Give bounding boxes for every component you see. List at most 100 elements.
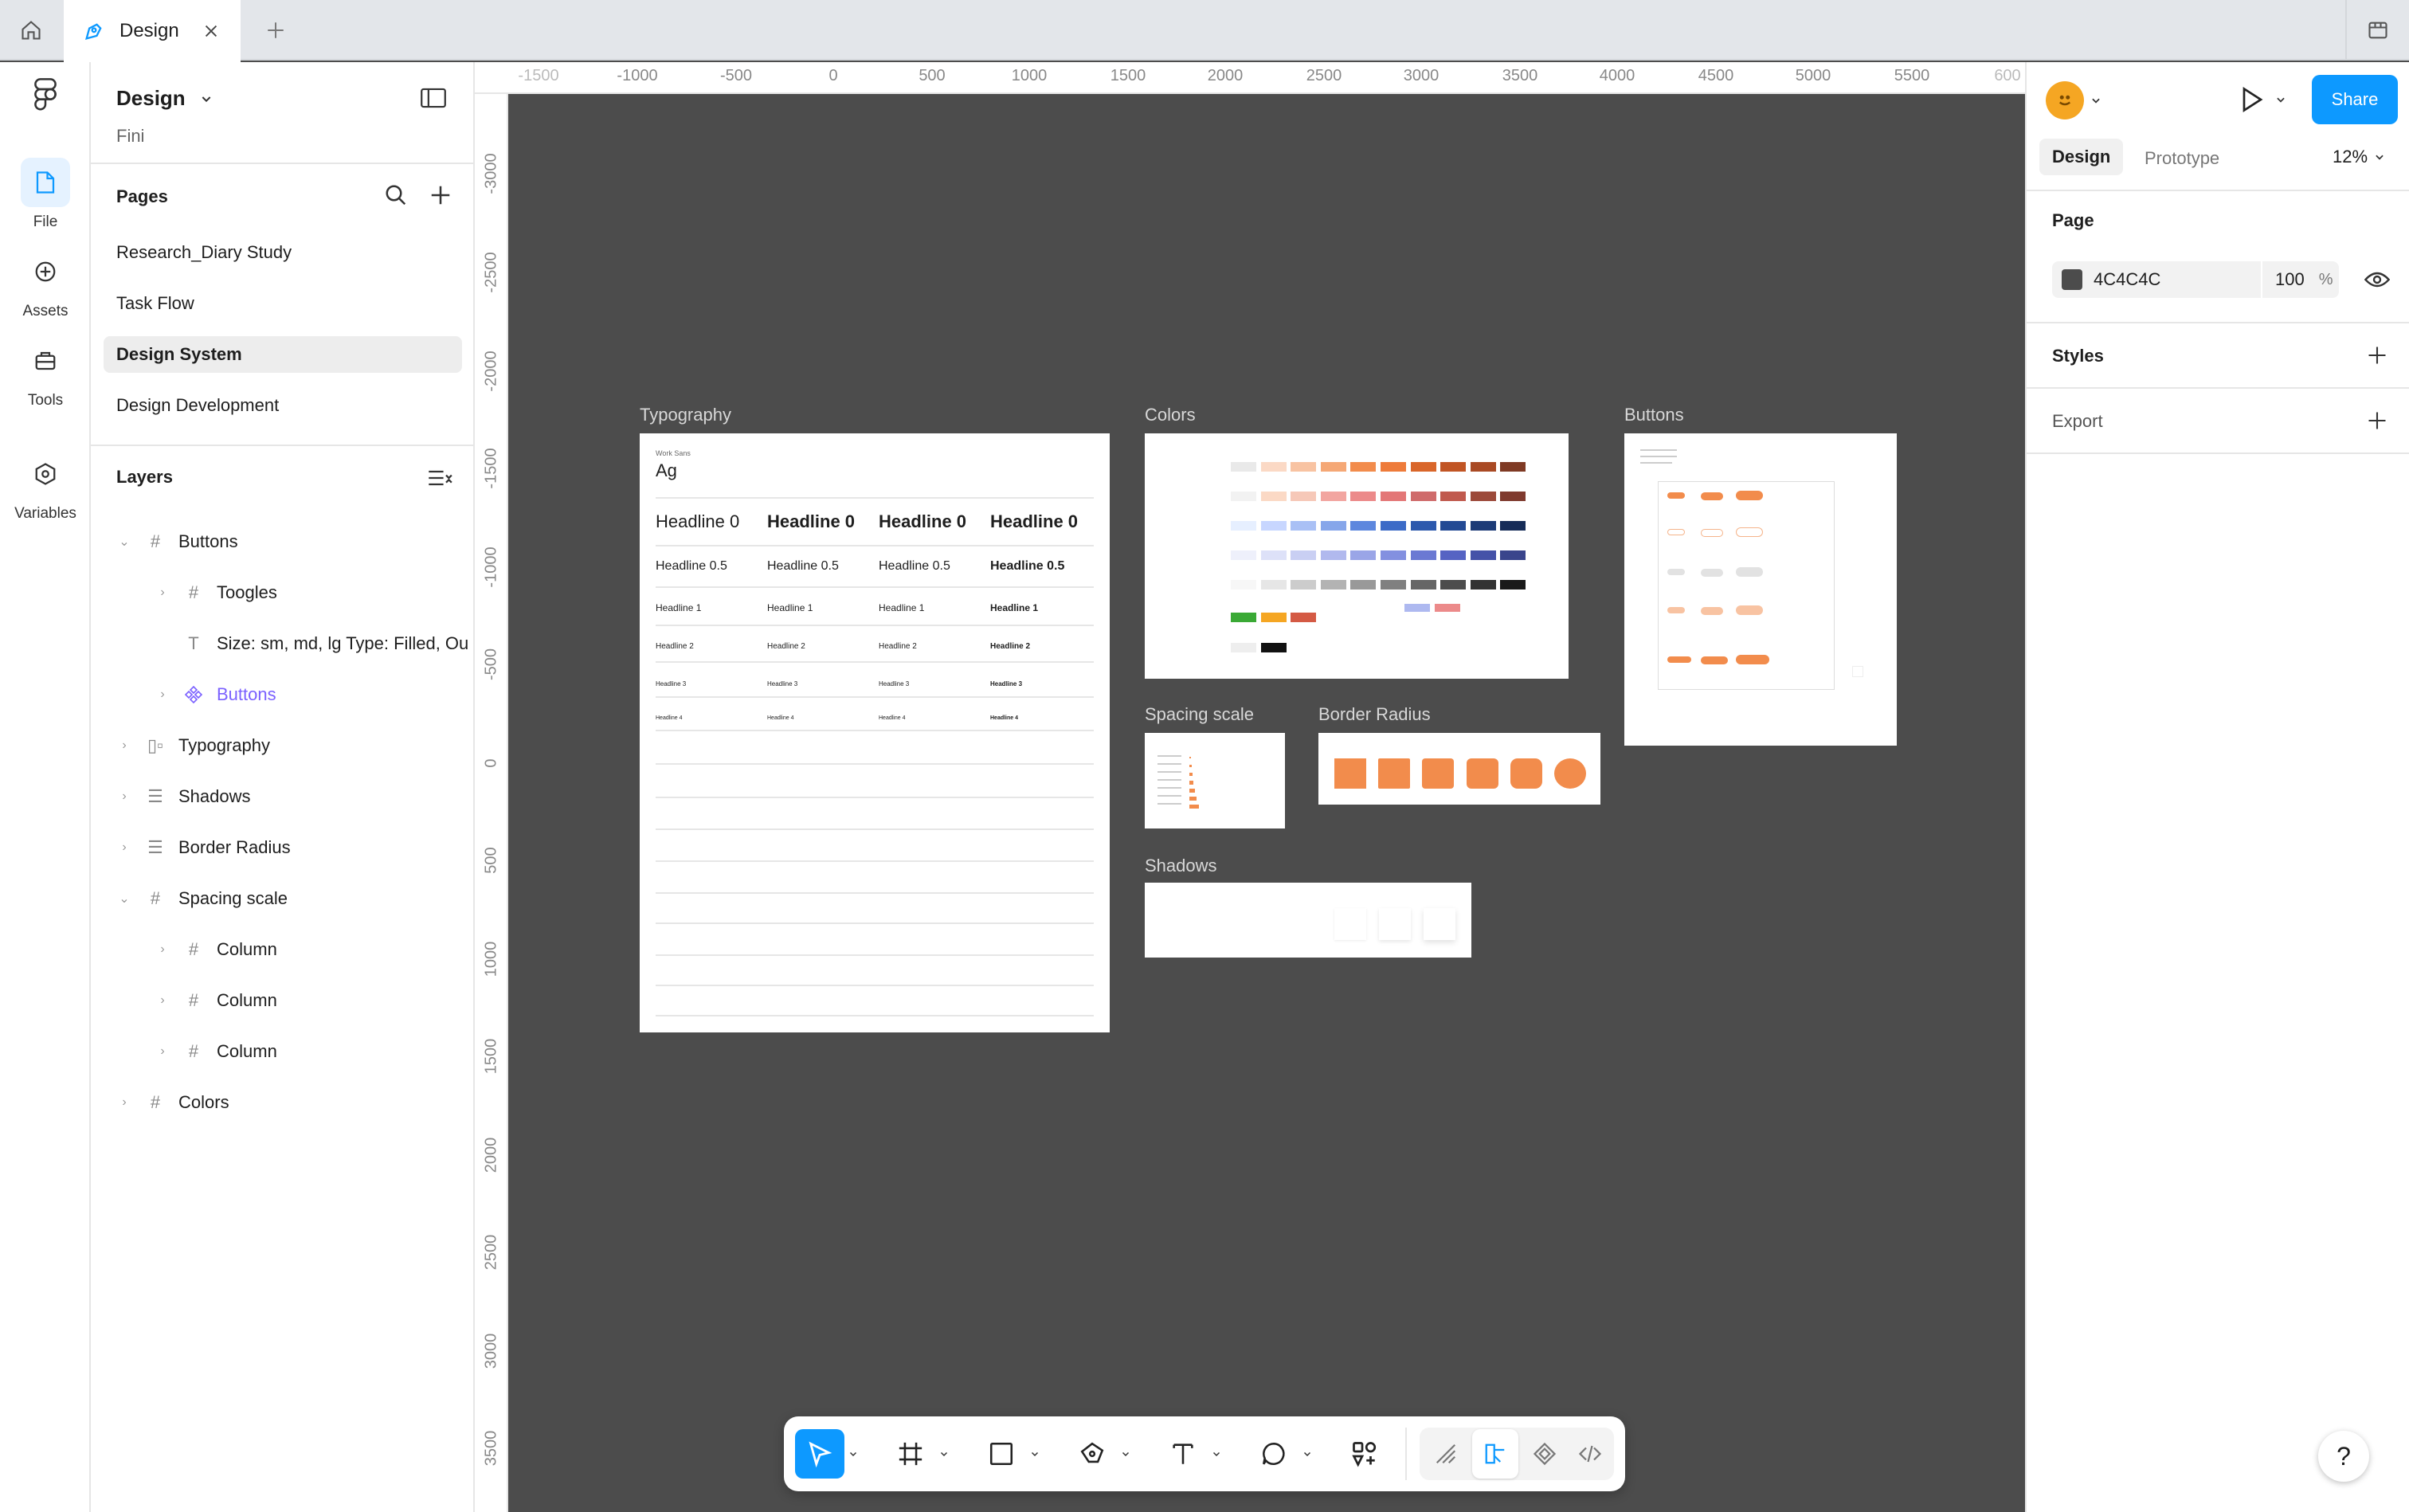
page-item-selected[interactable]: Design System [104,336,462,373]
page-background-field[interactable]: 4C4C4C 100 % [2052,261,2339,298]
opacity-value[interactable]: 100 [2275,269,2305,290]
border-radius-frame[interactable] [1318,733,1600,805]
add-page-button[interactable] [429,183,452,207]
canvas[interactable]: Typography Work Sans Ag Headline 0 Headl… [508,94,2025,1512]
toggle-sidebar-button[interactable] [421,88,446,108]
typography-frame[interactable]: Work Sans Ag Headline 0 Headline 0 Headl… [640,433,1110,1032]
chevron-down-icon[interactable] [935,1449,953,1459]
frame-label-buttons[interactable]: Buttons [1624,405,1684,425]
add-style-button[interactable] [2366,344,2388,366]
help-button[interactable]: ? [2318,1431,2369,1482]
visibility-toggle[interactable] [2364,269,2390,290]
layer-row[interactable]: › # Column [155,1032,277,1071]
chevron-right-icon[interactable]: › [155,586,170,600]
chevron-down-icon[interactable]: ⌄ [116,534,132,550]
button-sample [1667,569,1685,575]
add-export-button[interactable] [2366,409,2388,432]
page-color-hex[interactable]: 4C4C4C [2094,269,2261,290]
text-tool[interactable] [1158,1429,1225,1479]
radius-sample [1510,758,1542,789]
frame-label-shadows[interactable]: Shadows [1145,856,1217,876]
dev-mode-button[interactable] [1571,1429,1609,1479]
tab-design[interactable]: Design [64,0,241,62]
file-icon [36,171,55,194]
shadows-frame[interactable] [1145,883,1471,958]
page-item[interactable]: Task Flow [104,285,462,322]
file-menu[interactable]: Design [116,86,213,111]
frame-label-radius[interactable]: Border Radius [1318,704,1431,725]
new-tab-button[interactable] [253,8,298,53]
chevron-down-icon[interactable] [1026,1449,1044,1459]
layers-options-button[interactable] [427,467,452,489]
chevron-right-icon[interactable]: › [155,993,170,1008]
ruler-tick: 600 [1994,67,2021,84]
chevron-right-icon[interactable]: › [116,738,132,753]
chevron-down-icon[interactable] [1117,1449,1134,1459]
design-mode-button[interactable] [1472,1429,1518,1479]
tab-design[interactable]: Design [2039,139,2124,175]
shape-tool[interactable] [977,1429,1044,1479]
chevron-right-icon[interactable]: › [155,687,170,702]
layer-row[interactable]: › # Column [155,981,276,1020]
layer-row[interactable]: › # Column [155,930,276,969]
frame-tool[interactable] [886,1429,953,1479]
rail-variables[interactable]: Variables [0,449,91,523]
layer-row[interactable]: › ☰ Shadows [116,777,250,817]
figma-menu[interactable] [0,78,91,112]
play-icon [2243,87,2263,112]
home-button[interactable] [0,0,62,61]
comment-tool[interactable] [1249,1429,1316,1479]
chevron-down-icon[interactable] [1299,1449,1316,1459]
page-section-title: Page [2052,210,2094,230]
ruler-tick: 0 [828,67,838,84]
page-item[interactable]: Design Development [104,387,462,424]
layer-row[interactable]: › # Colors [116,1083,229,1122]
move-tool[interactable] [795,1429,862,1479]
layer-row[interactable]: › ▯▫ Typography [116,726,270,766]
window-layout-button[interactable] [2345,0,2409,61]
rail-assets[interactable]: Assets [0,247,91,320]
frame-label-colors[interactable]: Colors [1145,405,1196,425]
layer-label: Column [217,1041,277,1061]
pen-tool[interactable] [1067,1429,1134,1479]
layer-row[interactable]: › # Toogles [155,573,277,613]
left-rail: File Assets Tools Variables [0,62,91,1512]
chevron-right-icon[interactable]: › [155,942,170,957]
layer-row[interactable]: T Size: sm, md, lg Type: Filled, Ou [155,624,468,664]
frame-label-typography[interactable]: Typography [640,405,731,425]
actions-tool[interactable] [1340,1429,1389,1479]
left-panel: Design Fini Pages Research_Diary Study T… [91,62,475,1512]
chevron-right-icon[interactable]: › [155,1044,170,1059]
buttons-frame[interactable] [1624,433,1897,746]
chevron-right-icon[interactable]: › [116,840,132,855]
chevron-down-icon[interactable]: ⌄ [116,891,132,907]
spacing-scale-frame[interactable] [1145,733,1285,828]
close-icon[interactable] [202,22,220,40]
layer-row[interactable]: › ☰ Border Radius [116,828,290,868]
headline-1-row: Headline 1 Headline 1 Headline 1 Headlin… [656,602,1039,613]
component-mode-button[interactable] [1522,1429,1568,1479]
page-item[interactable]: Research_Diary Study [104,234,462,271]
layer-row[interactable]: › Buttons [155,675,276,715]
user-menu[interactable] [2046,81,2102,119]
search-pages-button[interactable] [384,183,408,207]
chevron-right-icon[interactable]: › [116,1095,132,1110]
plus-icon [2368,412,2386,429]
figma-logo-icon [34,78,57,111]
zoom-dropdown[interactable]: 12% [2333,147,2385,167]
rail-tools[interactable]: Tools [0,336,91,409]
frame-label-spacing[interactable]: Spacing scale [1145,704,1254,725]
color-swatch [1260,580,1287,590]
chevron-right-icon[interactable]: › [116,789,132,804]
share-button[interactable]: Share [2312,75,2398,124]
color-swatch[interactable] [2062,269,2082,290]
layer-row[interactable]: ⌄ # Spacing scale [116,879,288,919]
draw-mode-button[interactable] [1423,1429,1469,1479]
tab-prototype[interactable]: Prototype [2145,148,2219,169]
layer-row[interactable]: ⌄ # Buttons [116,522,237,562]
colors-frame[interactable] [1145,433,1569,679]
present-button[interactable] [2237,84,2286,115]
chevron-down-icon[interactable] [844,1449,862,1459]
chevron-down-icon[interactable] [1208,1449,1225,1459]
rail-file[interactable]: File [0,158,91,231]
